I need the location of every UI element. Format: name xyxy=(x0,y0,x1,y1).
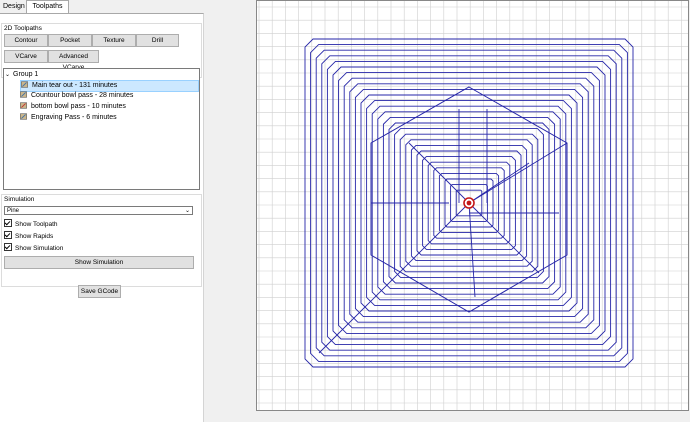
checkbox-icon[interactable] xyxy=(4,231,12,239)
show-rapids-checkbox[interactable]: Show Rapids xyxy=(4,231,53,240)
texture-button[interactable]: Texture xyxy=(92,34,136,47)
tree-item-contour-bowl[interactable]: Countour bowl pass - 28 minutes xyxy=(20,91,133,101)
pocket-button[interactable]: Pocket xyxy=(48,34,92,47)
tree-item-label: Engraving Pass - 6 minutes xyxy=(31,114,117,121)
toolpath-canvas[interactable] xyxy=(257,1,688,410)
tree-item-label: bottom bowl pass - 10 minutes xyxy=(31,103,126,110)
advanced-vcarve-button[interactable]: Advanced VCarve xyxy=(48,50,99,71)
tree-group-label: Group 1 xyxy=(13,71,39,78)
tree-item-bottom-bowl[interactable]: bottom bowl pass - 10 minutes xyxy=(20,102,126,112)
checkbox-icon[interactable] xyxy=(4,243,12,251)
toolpath-2d-view[interactable] xyxy=(256,0,689,411)
checkbox-label: Show Simulation xyxy=(15,245,64,252)
contour-button[interactable]: Contour xyxy=(4,34,48,47)
material-value: Pine xyxy=(7,208,20,214)
save-gcode-button[interactable]: Save GCode xyxy=(78,285,121,298)
tab-toolpaths[interactable]: Toolpaths xyxy=(26,0,69,14)
tree-item-label: Main tear out - 131 minutes xyxy=(32,82,118,89)
vcarve-button[interactable]: VCarve xyxy=(4,50,48,63)
origin-dot xyxy=(466,200,472,206)
toolpath-tree: ⌄ Group 1 Main tear out - 131 minutes Cou… xyxy=(3,68,200,190)
material-select[interactable]: Pine ⌄ xyxy=(4,206,193,215)
drill-button[interactable]: Drill xyxy=(136,34,179,47)
simulation-title: Simulation xyxy=(4,196,35,203)
show-toolpath-checkbox[interactable]: Show Toolpath xyxy=(4,219,58,228)
tab-bar: Design Toolpaths xyxy=(0,0,204,14)
toolpath-icon xyxy=(20,113,27,120)
toolpath-icon xyxy=(20,91,27,98)
chevron-down-icon: ⌄ xyxy=(184,208,190,214)
show-simulation-checkbox[interactable]: Show Simulation xyxy=(4,243,63,252)
show-simulation-button[interactable]: Show Simulation xyxy=(4,256,194,269)
toolpath-icon xyxy=(21,81,28,88)
toolpaths-panel: 2D Toolpaths Contour Pocket Texture Dril… xyxy=(0,13,204,422)
spoke-path xyxy=(318,202,470,354)
toolpaths-2d-title: 2D Toolpaths xyxy=(4,25,42,32)
tree-group[interactable]: ⌄ Group 1 xyxy=(5,70,38,80)
checkbox-icon[interactable] xyxy=(4,219,12,227)
tree-item-label: Countour bowl pass - 28 minutes xyxy=(31,92,134,99)
toolpath-icon xyxy=(20,102,27,109)
chevron-down-icon[interactable]: ⌄ xyxy=(5,72,10,78)
checkbox-label: Show Toolpath xyxy=(15,221,58,228)
checkbox-label: Show Rapids xyxy=(15,233,54,240)
tree-item-engraving[interactable]: Engraving Pass - 6 minutes xyxy=(20,113,117,123)
